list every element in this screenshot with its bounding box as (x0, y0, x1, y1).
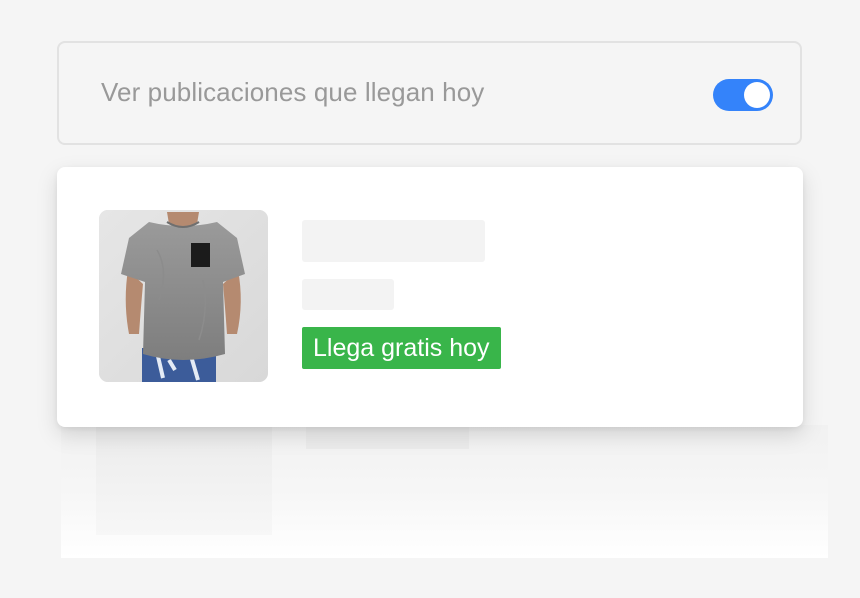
t-shirt-icon (99, 210, 268, 382)
arrives-today-filter: Ver publicaciones que llegan hoy (57, 41, 802, 145)
arrives-today-toggle[interactable] (713, 79, 773, 111)
product-image[interactable] (99, 210, 268, 382)
faded-listing-placeholder (61, 425, 828, 558)
faded-text-placeholder (306, 425, 469, 449)
price-placeholder (302, 279, 394, 310)
faded-thumbnail-placeholder (96, 425, 272, 535)
toggle-knob (744, 82, 770, 108)
product-card[interactable]: Llega gratis hoy (57, 167, 803, 427)
filter-label: Ver publicaciones que llegan hoy (101, 77, 485, 107)
free-shipping-today-badge: Llega gratis hoy (302, 327, 501, 369)
title-placeholder (302, 220, 485, 262)
